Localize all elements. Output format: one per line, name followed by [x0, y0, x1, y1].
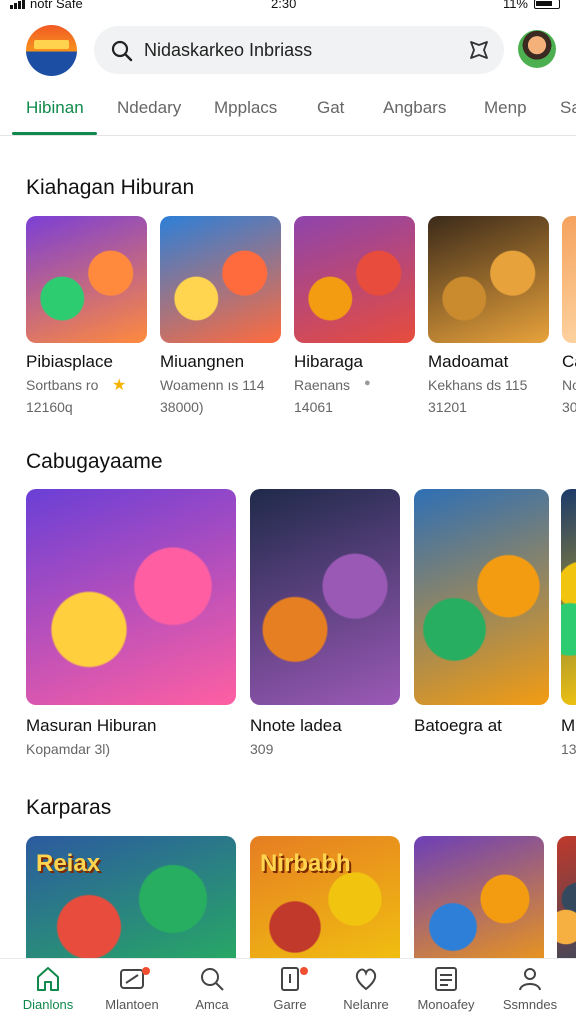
signal-icon [10, 0, 25, 9]
game-meta: 13 [561, 741, 576, 757]
game-downloads: 31201 [428, 399, 467, 415]
thumbnail-title-art: Nirbabh [260, 850, 351, 877]
game-thumbnail[interactable] [26, 489, 236, 705]
home-icon [37, 967, 59, 991]
game-thumbnail[interactable] [250, 489, 400, 705]
status-right: 11% [503, 0, 560, 11]
nav-item-2[interactable]: Amca [172, 965, 252, 1012]
status-left: notr Safe [10, 0, 83, 11]
game-meta: Raenans [294, 377, 351, 393]
game-thumbnail[interactable] [26, 216, 147, 343]
game-downloads: 14061 [294, 399, 333, 415]
carrier-text: notr Safe [30, 0, 83, 11]
game-meta: Kopamdar 3l) [26, 741, 111, 757]
tab-0[interactable]: Hibinan [26, 98, 84, 118]
status-bar: notr Safe 2:30 11% [0, 0, 576, 14]
tab-5[interactable]: Menp [484, 98, 527, 118]
search-bar[interactable] [94, 26, 504, 74]
game-title: Madoamat [428, 352, 509, 371]
nav-label: Ssmndes [502, 997, 558, 1012]
game-thumbnail[interactable] [557, 836, 576, 958]
thumbnail-title-art: Reiax [36, 850, 101, 877]
list-icon [435, 967, 457, 991]
tab-2[interactable]: Mpplacs [214, 98, 277, 118]
notification-dot [142, 967, 150, 975]
nav-item-1[interactable]: Mlantoen [92, 965, 172, 1012]
user-avatar[interactable] [518, 30, 556, 68]
nav-item-4[interactable]: Nelanre [326, 965, 406, 1012]
game-thumbnail[interactable] [562, 216, 576, 343]
game-thumbnail[interactable] [294, 216, 415, 343]
nav-item-6[interactable]: Ssmndes [490, 965, 570, 1012]
clock-text: 2:30 [271, 0, 297, 11]
section-row: Masuran Hiburan Kopamdar 3l) Nnote ladea 30… [0, 489, 576, 796]
section-title: Cabugayaame [26, 450, 163, 473]
notification-dot [300, 967, 308, 975]
star-icon: ★ [112, 377, 127, 394]
tab-4[interactable]: Angbars [383, 98, 446, 118]
category-tabs: Hibinan Ndedary Mpplacs Gat Angbars Menp Sa [0, 86, 576, 136]
section-row: Pibiasplace Sortbans ro 12160q ★ Miuangnen Wo… [0, 216, 576, 432]
search-input[interactable] [144, 38, 444, 62]
game-downloads: 303 [562, 399, 576, 415]
nav-item-0[interactable]: Dianlons [8, 965, 88, 1012]
game-meta: Woamenn ıs 114 [160, 377, 265, 393]
game-meta: 309 [250, 741, 274, 757]
game-thumbnail[interactable] [428, 216, 549, 343]
nav-item-5[interactable]: Monoafey [406, 965, 486, 1012]
game-meta: Sortbans ro [26, 377, 99, 393]
game-thumbnail[interactable] [414, 489, 549, 705]
heart-icon [355, 968, 377, 991]
game-downloads: 38000) [160, 399, 204, 415]
app-header [0, 22, 576, 78]
game-meta: Kekhans ds 115 [428, 377, 528, 393]
nav-label: Garre [273, 997, 307, 1012]
game-thumbnail[interactable] [160, 216, 281, 343]
game-title: Can [562, 352, 576, 371]
nav-label: Amca [195, 997, 229, 1012]
game-title: Pibiasplace [26, 352, 113, 371]
section-title: Karparas [26, 796, 112, 819]
app-logo-icon[interactable] [26, 25, 77, 76]
search-icon [201, 968, 224, 991]
search-icon [111, 40, 133, 62]
game-title: Masuran Hiburan [26, 716, 157, 735]
active-tab-indicator [12, 132, 97, 135]
game-title: Hibaraga [294, 352, 363, 371]
bottom-navigation: Dianlons Mlantoen Amca Garre Nelanre Monoafey… [0, 958, 576, 1024]
game-thumbnail[interactable] [414, 836, 544, 958]
battery-text: 11% [502, 0, 528, 11]
nav-label: Dianlons [22, 997, 74, 1012]
nav-label: Nelanre [343, 997, 389, 1012]
tab-3[interactable]: Gat [317, 98, 344, 118]
game-title: M [561, 716, 576, 735]
game-meta: Nob [562, 377, 576, 393]
nav-label: Mlantoen [105, 997, 159, 1012]
tab-6[interactable]: Sa [560, 98, 576, 118]
section-row: Reiax Nirbabh [0, 836, 576, 958]
game-downloads: 12160q [26, 399, 73, 415]
nav-label: Monoafey [417, 997, 475, 1012]
game-title: Nnote ladea [250, 716, 342, 735]
nav-item-3[interactable]: Garre [250, 965, 330, 1012]
game-title: Miuangnen [160, 352, 245, 371]
game-title: Batoegra at [414, 716, 502, 735]
profile-icon [519, 968, 541, 991]
section-title: Kiahagan Hiburan [26, 176, 195, 199]
bookmark-icon[interactable] [468, 39, 490, 61]
game-thumbnail[interactable] [561, 489, 576, 705]
battery-icon [534, 0, 560, 9]
tab-1[interactable]: Ndedary [117, 98, 181, 118]
info-dot-icon: ● [364, 377, 371, 389]
